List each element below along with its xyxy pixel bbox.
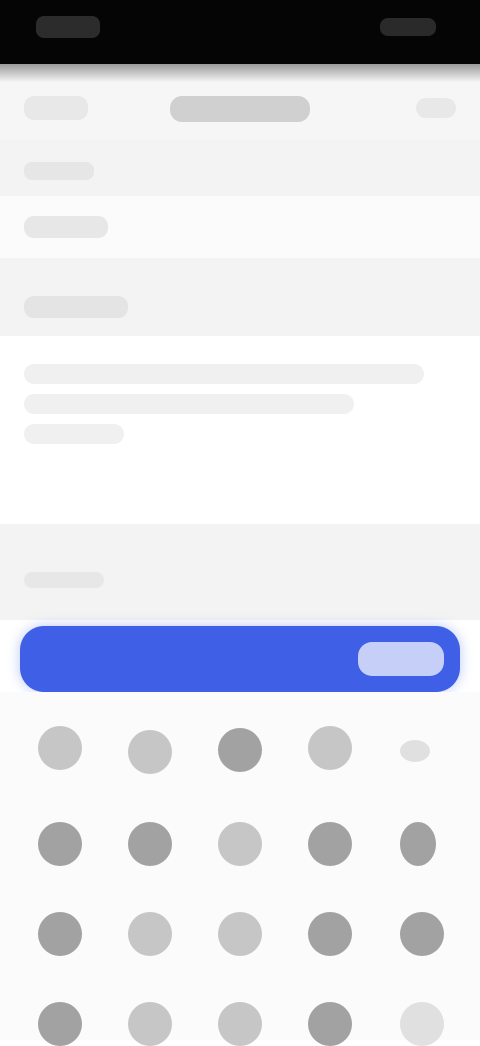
key[interactable] [38, 726, 82, 770]
key[interactable] [308, 822, 352, 866]
backspace-icon[interactable] [400, 740, 430, 762]
key[interactable] [400, 822, 436, 866]
textarea-line [24, 394, 354, 414]
header-action-button[interactable] [416, 98, 456, 118]
key[interactable] [218, 912, 262, 956]
status-shadow [0, 64, 480, 82]
key[interactable] [128, 912, 172, 956]
key[interactable] [128, 822, 172, 866]
key[interactable] [38, 822, 82, 866]
key[interactable] [308, 1002, 352, 1046]
key[interactable] [400, 1002, 444, 1046]
key[interactable] [308, 912, 352, 956]
textarea-line [24, 364, 424, 384]
keyboard-action-button[interactable] [358, 642, 444, 676]
key[interactable] [218, 728, 262, 772]
key[interactable] [128, 1002, 172, 1046]
key[interactable] [38, 912, 82, 956]
key[interactable] [400, 912, 444, 956]
back-button[interactable] [24, 96, 88, 120]
status-time [36, 16, 100, 38]
keyboard-suggestion-bar[interactable] [20, 626, 460, 692]
status-bar [0, 0, 480, 64]
key[interactable] [308, 726, 352, 770]
app-header [0, 82, 480, 140]
status-icons [380, 18, 436, 36]
form-area [0, 140, 480, 620]
body-textarea[interactable] [0, 336, 480, 524]
keypad [0, 692, 480, 1046]
field-label [24, 296, 128, 318]
key[interactable] [218, 1002, 262, 1046]
page-title [170, 96, 310, 122]
title-field-value [24, 216, 108, 238]
key[interactable] [38, 1002, 82, 1046]
key[interactable] [128, 730, 172, 774]
field-label [24, 162, 94, 180]
hint-text [24, 572, 104, 588]
key[interactable] [218, 822, 262, 866]
textarea-line [24, 424, 124, 444]
title-field[interactable] [0, 196, 480, 258]
